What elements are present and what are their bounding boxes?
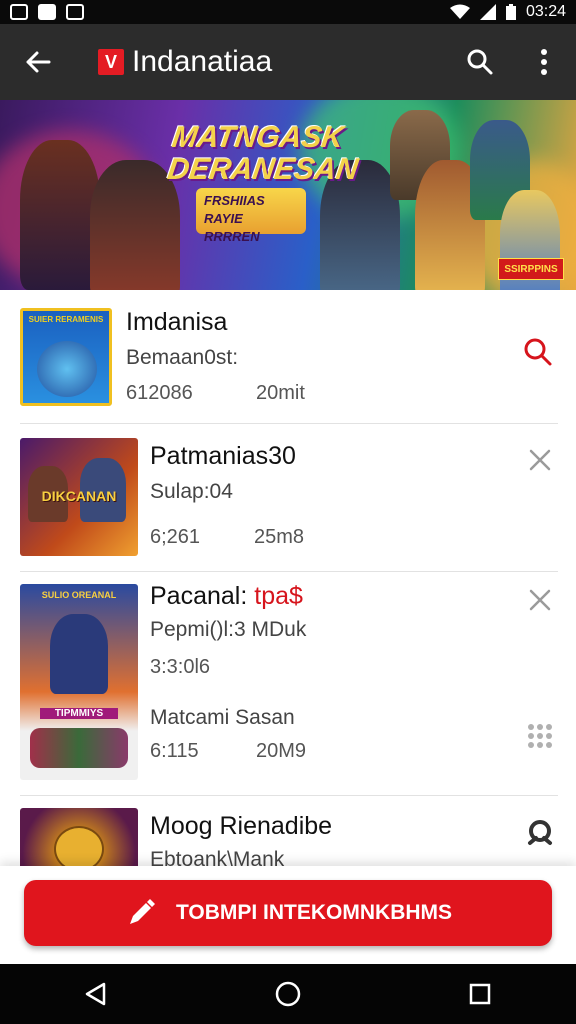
banner-badge: SSIRPPINS (498, 258, 564, 280)
item-title: Imdanisa (126, 308, 228, 336)
item-subtitle-secondary: Matcami Sasan (150, 706, 295, 729)
system-nav-bar (0, 964, 576, 1024)
item-dismiss-button[interactable] (518, 438, 562, 482)
game-thumbnail: SULIO OREANAL TIPMMIYS (20, 584, 138, 780)
item-subtitle: Sulap:04 (150, 480, 233, 503)
item-subtitle: Bemaan0st: (126, 346, 239, 369)
item-meta-right: 20mit (256, 382, 305, 404)
thumbnail-art (50, 614, 108, 694)
game-thumbnail: DIKCANAN (20, 438, 138, 556)
cta-label: TOBMPI INTEKOMNKBHMS (175, 901, 453, 924)
thumbnail-art (30, 728, 128, 768)
item-profile-button[interactable] (518, 810, 562, 854)
banner-subtitle-line2: RAYIE RRRREN (204, 211, 260, 244)
status-icons-right: 03:24 (449, 3, 566, 21)
square-recents-icon (469, 983, 491, 1005)
nav-home-button[interactable] (243, 964, 333, 1024)
app-bar: V Indanatiaa (0, 24, 576, 100)
item-title: Moog Rienadibe (150, 812, 333, 840)
item-subtitle: Pepmi()l:3 MDuk (150, 618, 307, 641)
banner-title: MATNGASK DERANESAN (165, 121, 365, 186)
game-list: SUIER RERAMENIS Imdanisa Bemaan0st: 6120… (0, 290, 576, 880)
thumbnail-label: TIPMMIYS (40, 708, 118, 719)
item-meta-extra: 3:3:0l6 (150, 656, 211, 678)
signal-icon (479, 4, 496, 20)
app-notification-icon (38, 4, 56, 20)
item-dismiss-button[interactable] (518, 578, 562, 622)
banner-subtitle-line1: FRSHIIAS (204, 193, 265, 208)
list-item[interactable]: DIKCANAN Patmanias30 Sulap:04 6;261 25m8 (20, 424, 558, 572)
primary-cta-button[interactable]: TOBMPI INTEKOMNKBHMS (24, 880, 552, 946)
status-icons-left (10, 4, 84, 20)
status-bar: 03:24 (0, 0, 576, 24)
search-button[interactable] (448, 24, 512, 100)
triangle-back-icon (85, 982, 106, 1006)
user-badge-icon (528, 820, 552, 845)
item-title: Pacanal: tpa$ (150, 582, 303, 611)
circle-home-icon (275, 981, 301, 1007)
item-search-button[interactable] (516, 330, 560, 374)
list-item[interactable]: SULIO OREANAL TIPMMIYS Pacanal: tpa$ Pep… (20, 572, 558, 796)
arrow-left-icon (26, 51, 51, 73)
game-thumbnail: SUIER RERAMENIS (20, 308, 112, 406)
thumbnail-label: DIKCANAN (41, 488, 117, 504)
brand-logo: V (98, 49, 124, 75)
status-time: 03:24 (525, 3, 566, 20)
item-meta-right: 25m8 (254, 526, 305, 548)
more-vert-icon (541, 49, 547, 75)
item-meta-right: 20M9 (256, 740, 307, 762)
wifi-icon (449, 4, 470, 19)
close-icon (529, 449, 551, 471)
edit-icon (129, 899, 155, 924)
thumbnail-label: SULIO OREANAL (41, 590, 117, 600)
bottom-action-area: TOBMPI INTEKOMNKBHMS (0, 866, 576, 964)
search-icon (524, 338, 552, 366)
back-button[interactable] (0, 24, 76, 100)
banner-subtitle-box: FRSHIIAS RAYIE RRRREN (196, 188, 306, 244)
banner-title-line1: MATNGASK (170, 121, 346, 154)
thumbnail-label: SUIER RERAMENIS (28, 315, 104, 324)
search-icon (467, 49, 493, 75)
item-more-button[interactable] (518, 714, 562, 758)
item-meta-left: 612086 (126, 382, 193, 404)
item-title-text: Pacanal: (150, 582, 248, 610)
grid-dots-icon (528, 724, 552, 748)
battery-icon (505, 4, 516, 20)
item-title: Patmanias30 (150, 442, 296, 470)
muted-icon (66, 4, 84, 20)
banner-title-line2: DERANESAN (165, 153, 361, 186)
overflow-menu-button[interactable] (512, 24, 576, 100)
nav-back-button[interactable] (51, 964, 141, 1024)
item-title-highlight: tpa$ (254, 582, 303, 610)
banner-hero-figure (20, 140, 100, 290)
close-icon (529, 589, 551, 611)
notification-icon (10, 4, 28, 20)
thumbnail-art (37, 341, 97, 397)
item-meta-left: 6:115 (150, 740, 199, 762)
list-item[interactable]: SUIER RERAMENIS Imdanisa Bemaan0st: 6120… (20, 290, 558, 424)
promo-banner[interactable]: MATNGASK DERANESAN FRSHIIAS RAYIE RRRREN… (0, 100, 576, 290)
nav-recents-button[interactable] (435, 964, 525, 1024)
app-title: Indanatiaa (132, 45, 273, 78)
item-meta-left: 6;261 (150, 526, 201, 548)
